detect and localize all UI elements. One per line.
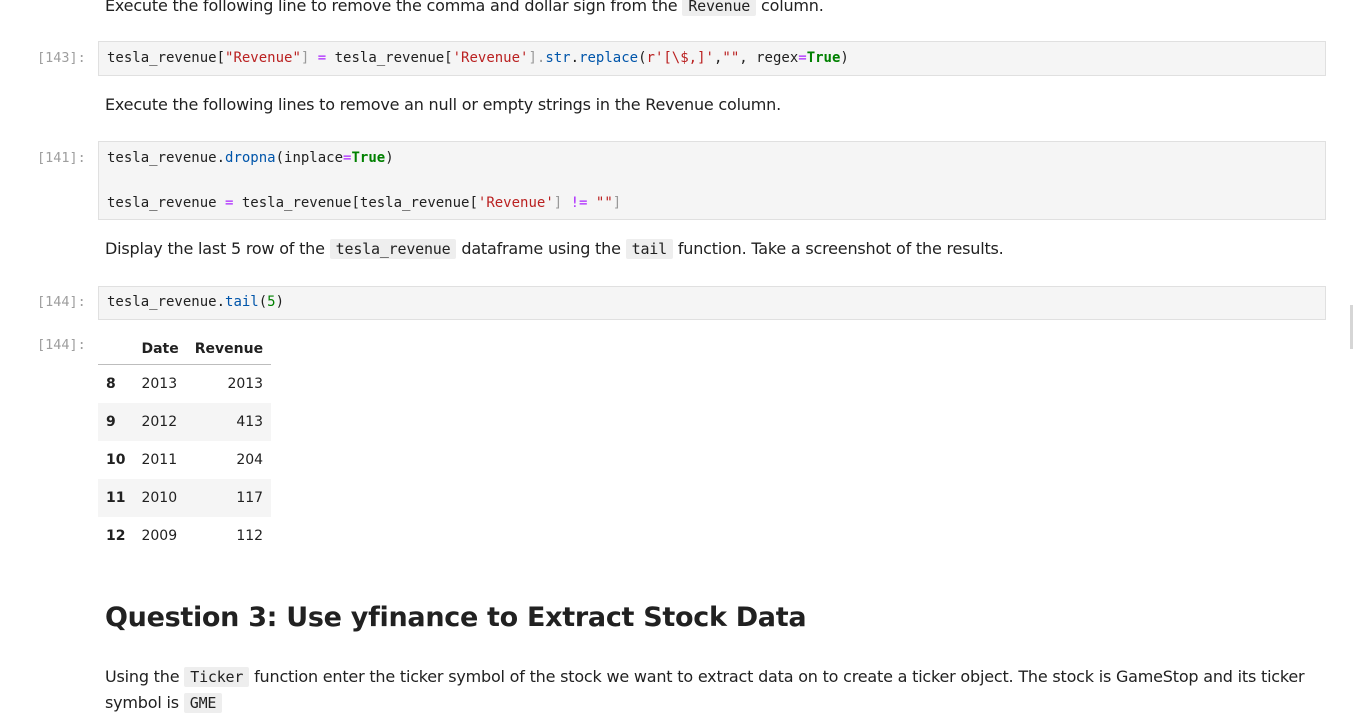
- markdown-text: Display the last 5 row of the: [105, 239, 325, 258]
- code-cell-144[interactable]: tesla_revenue.tail(5): [98, 286, 1326, 320]
- table-header-row: Date Revenue: [98, 334, 272, 365]
- markdown-text: symbol is: [105, 693, 179, 712]
- row-index: 12: [106, 528, 126, 544]
- cell-revenue: 117: [236, 490, 264, 506]
- markdown-ticker-instructions-cut: symbol is GME: [105, 693, 223, 713]
- cell-revenue: 413: [236, 414, 264, 430]
- table-row: 8 2013 2013: [98, 365, 271, 404]
- code-line[interactable]: tesla_revenue.dropna(inplace=True): [107, 150, 394, 166]
- table-row: 9 2012 413: [98, 403, 272, 441]
- code-line[interactable]: tesla_revenue["Revenue"] = tesla_revenue…: [107, 50, 849, 66]
- markdown-text: column.: [761, 0, 824, 15]
- row-index: 9: [106, 414, 116, 430]
- markdown-remove-null: Execute the following lines to remove an…: [105, 95, 781, 114]
- markdown-text: function. Take a screenshot of the resul…: [677, 239, 1004, 258]
- table-row: 10 2011 204: [98, 441, 271, 479]
- cell-date: 2011: [141, 452, 178, 468]
- input-prompt-143: [143]:: [37, 50, 86, 66]
- output-prompt-144: [144]:: [37, 337, 86, 353]
- markdown-ticker-instructions: Using the Ticker function enter the tick…: [105, 667, 1305, 687]
- column-header-date: Date: [133, 334, 187, 365]
- markdown-text: Execute the following line to remove the…: [105, 0, 678, 15]
- inline-code-tesla-revenue: tesla_revenue: [329, 239, 457, 259]
- inline-code-gme: GME: [183, 693, 223, 713]
- cell-revenue: 112: [236, 528, 264, 544]
- code-line[interactable]: tesla_revenue = tesla_revenue[tesla_reve…: [107, 195, 621, 211]
- row-index: 8: [106, 376, 116, 392]
- code-cell-141[interactable]: tesla_revenue.dropna(inplace=True) tesla…: [98, 141, 1326, 220]
- markdown-display-tail: Display the last 5 row of the tesla_reve…: [105, 239, 1004, 259]
- cell-date: 2012: [141, 414, 178, 430]
- scrollbar-thumb[interactable]: [1350, 305, 1353, 349]
- inline-code-tail: tail: [625, 239, 673, 259]
- cell-date: 2010: [141, 490, 178, 506]
- cell-date: 2009: [141, 528, 178, 544]
- dataframe-output-table: Date Revenue 8 2013 2013 9 2012 413 10 2…: [98, 334, 272, 555]
- inline-code-revenue: Revenue: [682, 0, 757, 16]
- column-header-revenue: Revenue: [186, 334, 272, 365]
- cell-date: 2013: [141, 376, 178, 392]
- row-index: 10: [106, 452, 126, 468]
- row-index: 11: [106, 490, 126, 506]
- markdown-remove-comma: Execute the following line to remove the…: [105, 0, 824, 16]
- code-cell-143[interactable]: tesla_revenue["Revenue"] = tesla_revenue…: [98, 41, 1326, 76]
- inline-code-ticker: Ticker: [184, 667, 250, 687]
- question-3-heading: Question 3: Use yfinance to Extract Stoc…: [105, 602, 807, 633]
- markdown-text: Using the: [105, 667, 180, 686]
- index-header: [98, 334, 134, 365]
- table-row: 12 2009 112: [98, 517, 271, 555]
- markdown-text: dataframe using the: [461, 239, 621, 258]
- table-row: 11 2010 117: [98, 479, 272, 517]
- markdown-text: function enter the ticker symbol of the …: [254, 667, 1305, 686]
- cell-revenue: 2013: [227, 376, 264, 392]
- code-line[interactable]: tesla_revenue.tail(5): [107, 294, 284, 310]
- cell-revenue: 204: [236, 452, 264, 468]
- input-prompt-141: [141]:: [37, 150, 86, 166]
- input-prompt-144: [144]:: [37, 294, 86, 310]
